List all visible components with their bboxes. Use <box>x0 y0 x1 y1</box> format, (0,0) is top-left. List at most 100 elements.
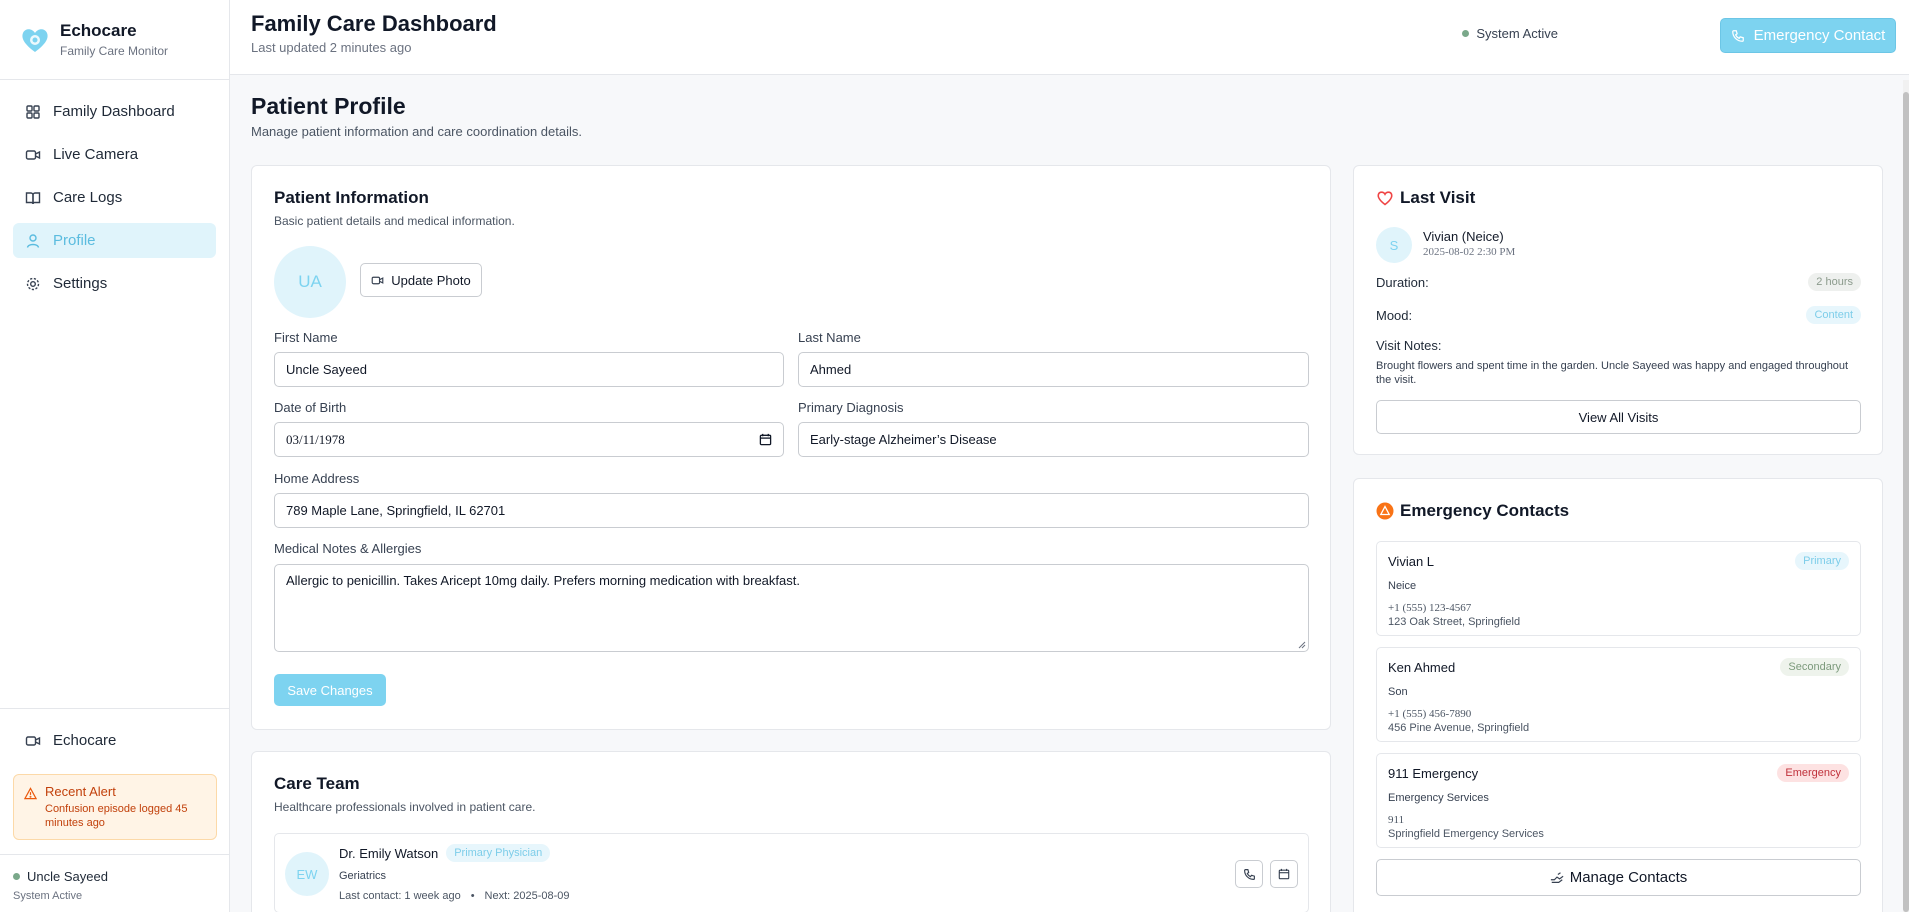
date-of-birth-value: 03/11/1978 <box>286 431 345 447</box>
avatar: EW <box>285 852 329 896</box>
visit-time: 2025-08-02 2:30 PM <box>1423 246 1516 258</box>
contact-address: 456 Pine Avenue, Springfield <box>1388 722 1530 734</box>
contact-name: Vivian L <box>1388 553 1435 569</box>
manage-contacts-button[interactable]: Manage Contacts <box>1376 859 1861 896</box>
contact-card[interactable]: Ken Ahmed Secondary Son +1 (555) 456-789… <box>1376 647 1861 742</box>
next-appointment: Next: 2025-08-09 <box>484 890 570 902</box>
notes-label: Medical Notes & Allergies <box>274 541 422 556</box>
heart-icon <box>1377 191 1393 206</box>
contact-phone: +1 (555) 123-4567 <box>1388 602 1472 614</box>
sidebar: Echocare Family Care Monitor Family Dash… <box>0 0 230 912</box>
address-label: Home Address <box>274 471 360 486</box>
page-title: Family Care Dashboard <box>251 11 497 36</box>
video-icon <box>25 735 41 746</box>
care-team-member[interactable]: EW Dr. Emily Watson Primary Physician Ge… <box>274 833 1309 912</box>
warning-icon <box>1376 502 1394 520</box>
update-photo-button[interactable]: Update Photo <box>360 263 482 297</box>
sidebar-nav: Family Dashboard Live Camera Care Logs P… <box>0 80 229 323</box>
first-name-field[interactable]: Uncle Sayeed <box>274 352 784 387</box>
member-specialty: Geriatrics <box>339 870 387 882</box>
sidebar-item-live-camera[interactable]: Live Camera <box>13 137 216 172</box>
status-dot <box>1462 30 1470 37</box>
user-icon <box>26 233 40 248</box>
handshake-icon <box>1550 871 1564 883</box>
first-name-label: First Name <box>274 330 338 345</box>
warning-triangle-icon <box>24 787 37 800</box>
sidebar-footer: Echocare Recent Alert Confusion episode … <box>0 708 230 912</box>
member-name: Dr. Emily Watson <box>339 845 439 861</box>
emergency-contact-label: Emergency Contact <box>1753 27 1886 44</box>
schedule-button[interactable] <box>1270 860 1298 888</box>
emergency-contacts-card: Emergency Contacts Vivian L Primary Neic… <box>1353 478 1883 912</box>
sidebar-item-family-dashboard[interactable]: Family Dashboard <box>13 94 216 129</box>
card-title: Emergency Contacts <box>1400 501 1570 520</box>
sidebar-item-profile[interactable]: Profile <box>13 223 216 258</box>
contact-badge: Emergency <box>1777 764 1849 782</box>
status-dot <box>13 873 20 880</box>
call-button[interactable] <box>1235 860 1263 888</box>
avatar: UA <box>274 246 346 318</box>
resize-handle-icon[interactable] <box>1298 641 1306 649</box>
date-of-birth-field[interactable]: 03/11/1978 <box>274 422 784 457</box>
emergency-contact-button[interactable]: Emergency Contact <box>1720 18 1896 53</box>
update-photo-label: Update Photo <box>391 272 471 288</box>
sidebar-item-label: Family Dashboard <box>53 103 175 120</box>
contact-phone: +1 (555) 456-7890 <box>1388 708 1472 720</box>
phone-icon <box>1243 868 1255 880</box>
sidebar-item-settings[interactable]: Settings <box>13 266 216 301</box>
phone-icon <box>1731 29 1744 42</box>
last-name-label: Last Name <box>798 330 861 345</box>
sidebar-item-care-logs[interactable]: Care Logs <box>13 180 216 215</box>
top-header: Family Care Dashboard Last updated 2 min… <box>230 0 1909 75</box>
contact-phone: 911 <box>1388 814 1405 826</box>
care-team-card: Care Team Healthcare professionals invol… <box>251 751 1331 912</box>
last-name-field[interactable]: Ahmed <box>798 352 1309 387</box>
visit-notes-label: Visit Notes: <box>1376 338 1442 353</box>
last-updated: Last updated 2 minutes ago <box>251 40 412 55</box>
brand-subtitle: Family Care Monitor <box>60 44 169 58</box>
recent-alert[interactable]: Recent Alert Confusion episode logged 45… <box>13 774 217 840</box>
patient-information-card: Patient Information Basic patient detail… <box>251 165 1331 730</box>
video-icon <box>371 276 384 284</box>
section-subtitle: Manage patient information and care coor… <box>251 124 582 139</box>
contact-card[interactable]: 911 Emergency Emergency Emergency Servic… <box>1376 753 1861 848</box>
alert-title: Recent Alert <box>45 784 116 799</box>
role-badge: Primary Physician <box>446 844 551 862</box>
card-subtitle: Healthcare professionals involved in pat… <box>274 800 536 814</box>
contact-name: Ken Ahmed <box>1388 659 1456 675</box>
card-title: Patient Information <box>274 188 429 207</box>
sidebar-item-label: Settings <box>53 275 108 292</box>
view-all-visits-button[interactable]: View All Visits <box>1376 400 1861 434</box>
system-status-label: System Active <box>1476 26 1558 41</box>
current-patient[interactable]: Uncle Sayeed System Active <box>0 854 230 912</box>
home-address-field[interactable]: 789 Maple Lane, Springfield, IL 62701 <box>274 493 1309 528</box>
alert-text: Confusion episode logged 45 minutes ago <box>45 803 188 829</box>
heart-logo-icon <box>22 28 48 52</box>
brand-name: Echocare <box>60 21 137 40</box>
primary-diagnosis-field[interactable]: Early-stage Alzheimer’s Disease <box>798 422 1309 457</box>
contact-address: Springfield Emergency Services <box>1388 828 1544 840</box>
card-title: Care Team <box>274 774 360 793</box>
contact-badge: Primary <box>1795 552 1849 570</box>
system-status: System Active <box>1462 26 1558 41</box>
dob-label: Date of Birth <box>274 400 347 415</box>
card-subtitle: Basic patient details and medical inform… <box>274 214 515 228</box>
save-changes-button[interactable]: Save Changes <box>274 674 386 706</box>
calendar-icon[interactable] <box>759 433 772 446</box>
brand[interactable]: Echocare Family Care Monitor <box>0 0 229 80</box>
scrollbar-thumb[interactable] <box>1903 92 1909 912</box>
book-icon <box>25 191 41 204</box>
last-visit-card: Last Visit S Vivian (Neice) 2025-08-02 2… <box>1353 165 1883 455</box>
grid-icon <box>26 104 40 119</box>
diagnosis-label: Primary Diagnosis <box>798 400 904 415</box>
sidebar-item-echocare[interactable]: Echocare <box>0 708 230 772</box>
mood-label: Mood: <box>1376 307 1413 323</box>
contact-card[interactable]: Vivian L Primary Neice +1 (555) 123-4567… <box>1376 541 1861 636</box>
contact-relation: Son <box>1388 686 1408 698</box>
visit-notes-text: Brought flowers and spent time in the ga… <box>1376 360 1849 386</box>
contact-name: 911 Emergency <box>1388 765 1479 781</box>
patient-name: Uncle Sayeed <box>27 869 108 884</box>
sidebar-item-label: Live Camera <box>53 146 139 163</box>
contact-relation: Emergency Services <box>1388 792 1489 804</box>
medical-notes-textarea[interactable]: Allergic to penicillin. Takes Aricept 10… <box>274 564 1309 652</box>
